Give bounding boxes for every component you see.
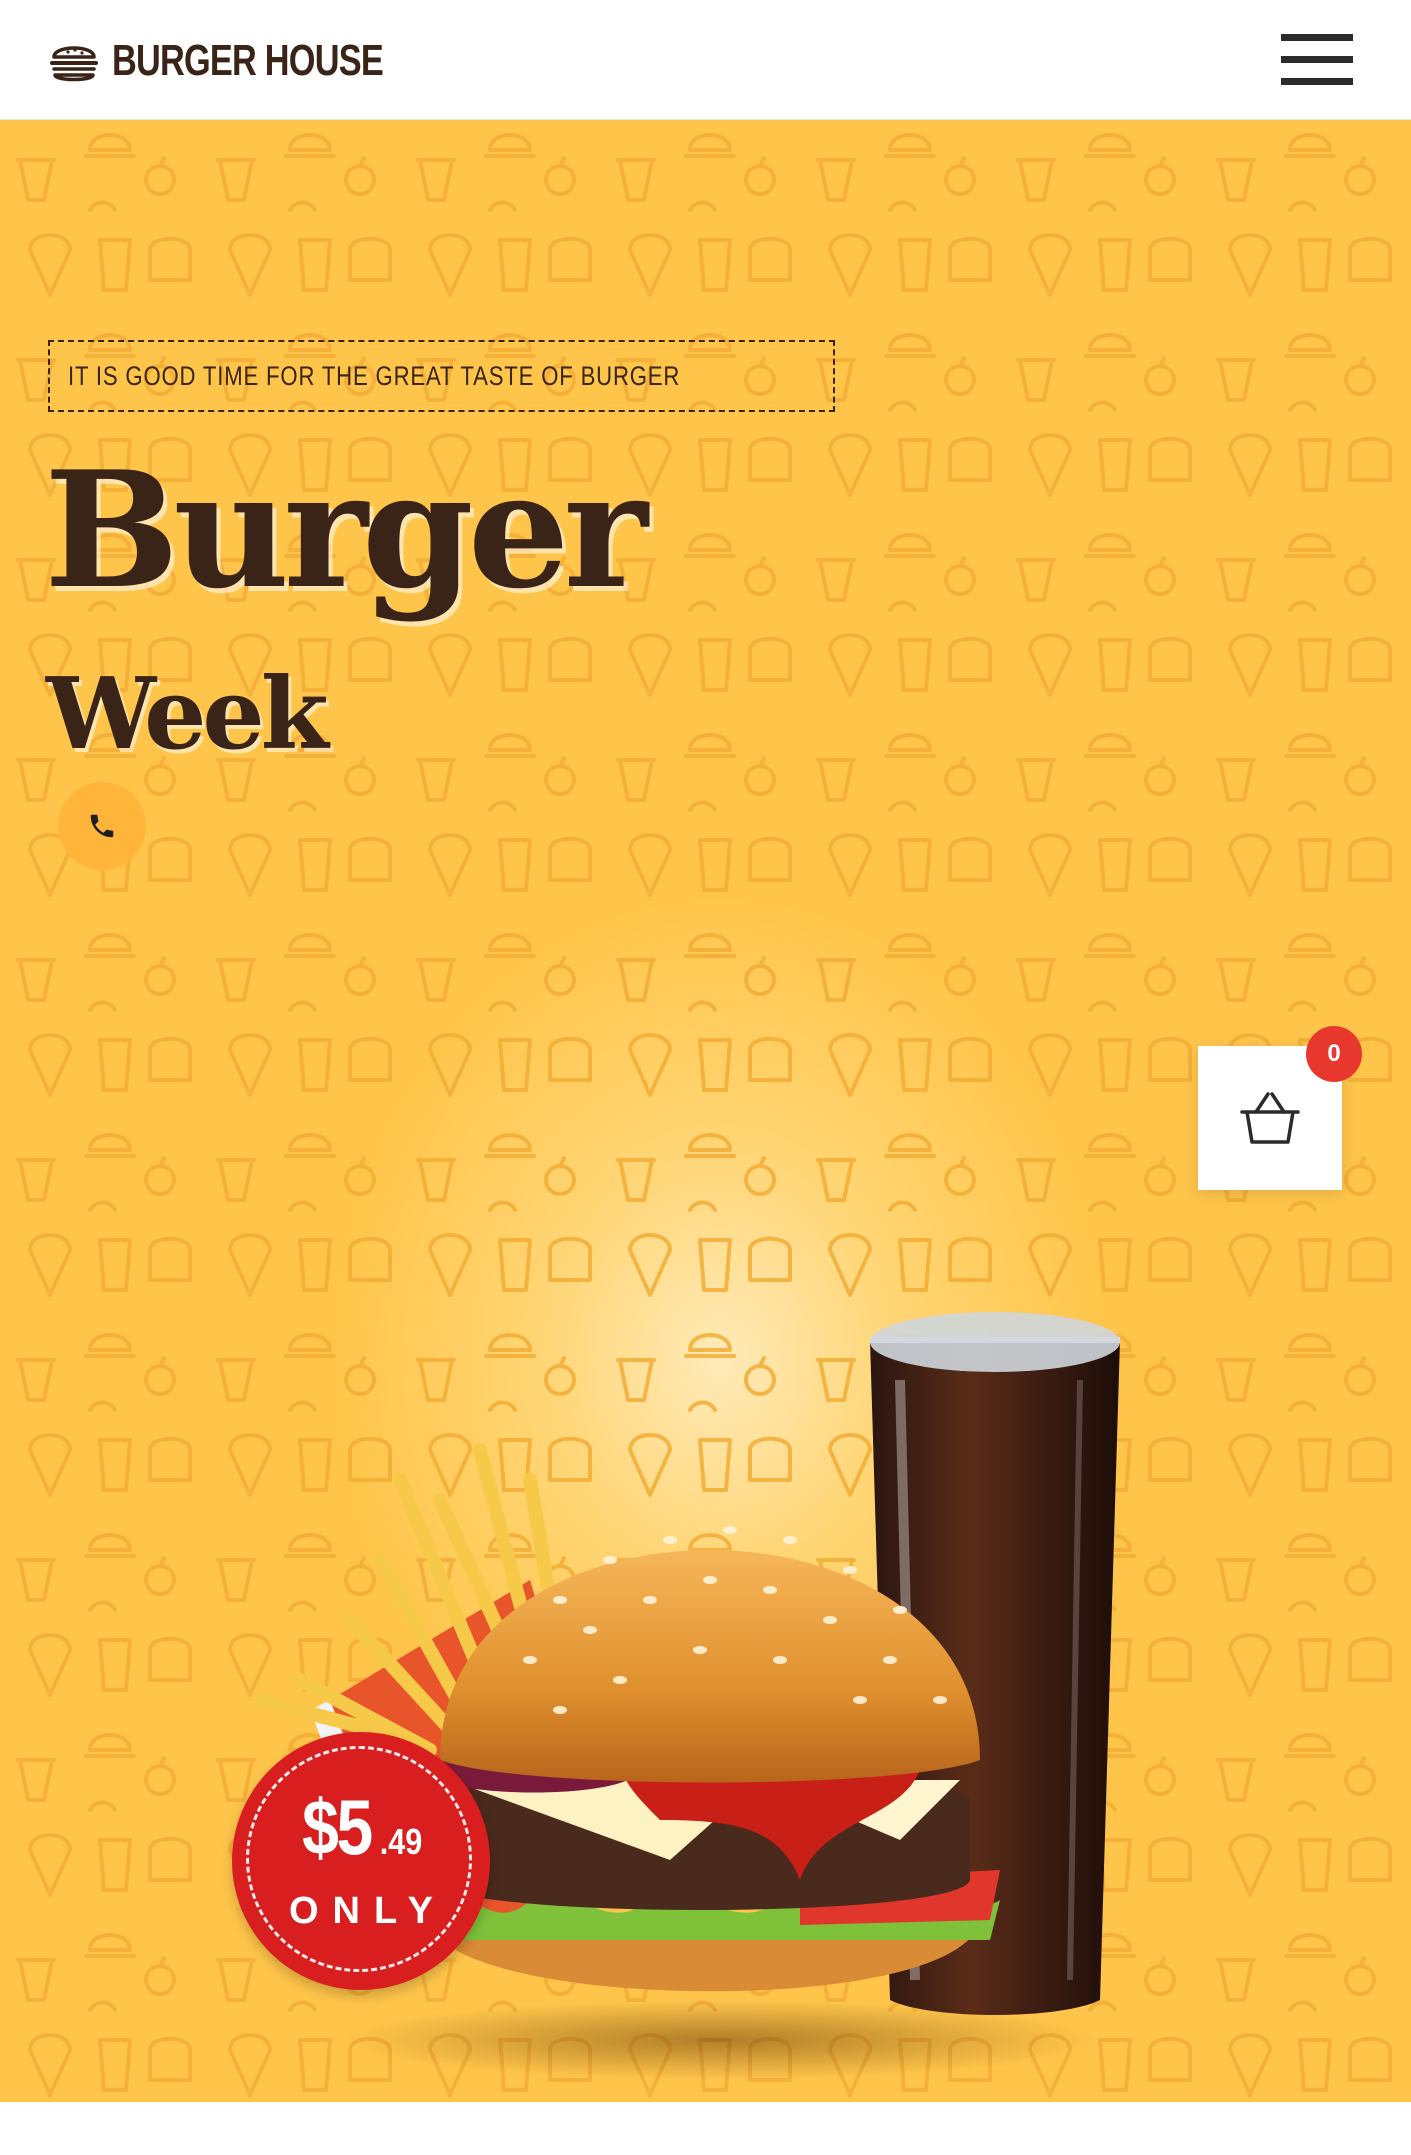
tagline-box: IT IS GOOD TIME FOR THE GREAT TASTE OF B… [48,340,835,412]
shopping-basket-icon [1240,1092,1300,1144]
price-label: ONLY [288,1890,448,1932]
call-button[interactable] [58,782,146,870]
phone-icon [90,814,114,838]
price-amount: $5.49 [232,1782,490,1873]
price-dollars: $5 [301,1783,373,1871]
price-badge: $5.49 ONLY [232,1732,490,1990]
menu-bar [1281,78,1353,85]
headline-week: Week [46,657,329,772]
site-logo[interactable]: BURGER HOUSE [48,34,459,88]
burger-icon [50,46,98,82]
site-header: BURGER HOUSE [0,0,1411,120]
hamburger-menu-icon [1281,34,1353,41]
cart-count-badge: 0 [1306,1026,1362,1082]
hamburger-menu-button[interactable] [1281,34,1353,86]
headline-burger: Burger [44,436,648,624]
logo-text: BURGER HOUSE [112,36,384,85]
menu-bar [1281,56,1353,63]
tagline-text: IT IS GOOD TIME FOR THE GREAT TASTE OF B… [68,360,681,391]
price-cents: .49 [380,1821,423,1862]
